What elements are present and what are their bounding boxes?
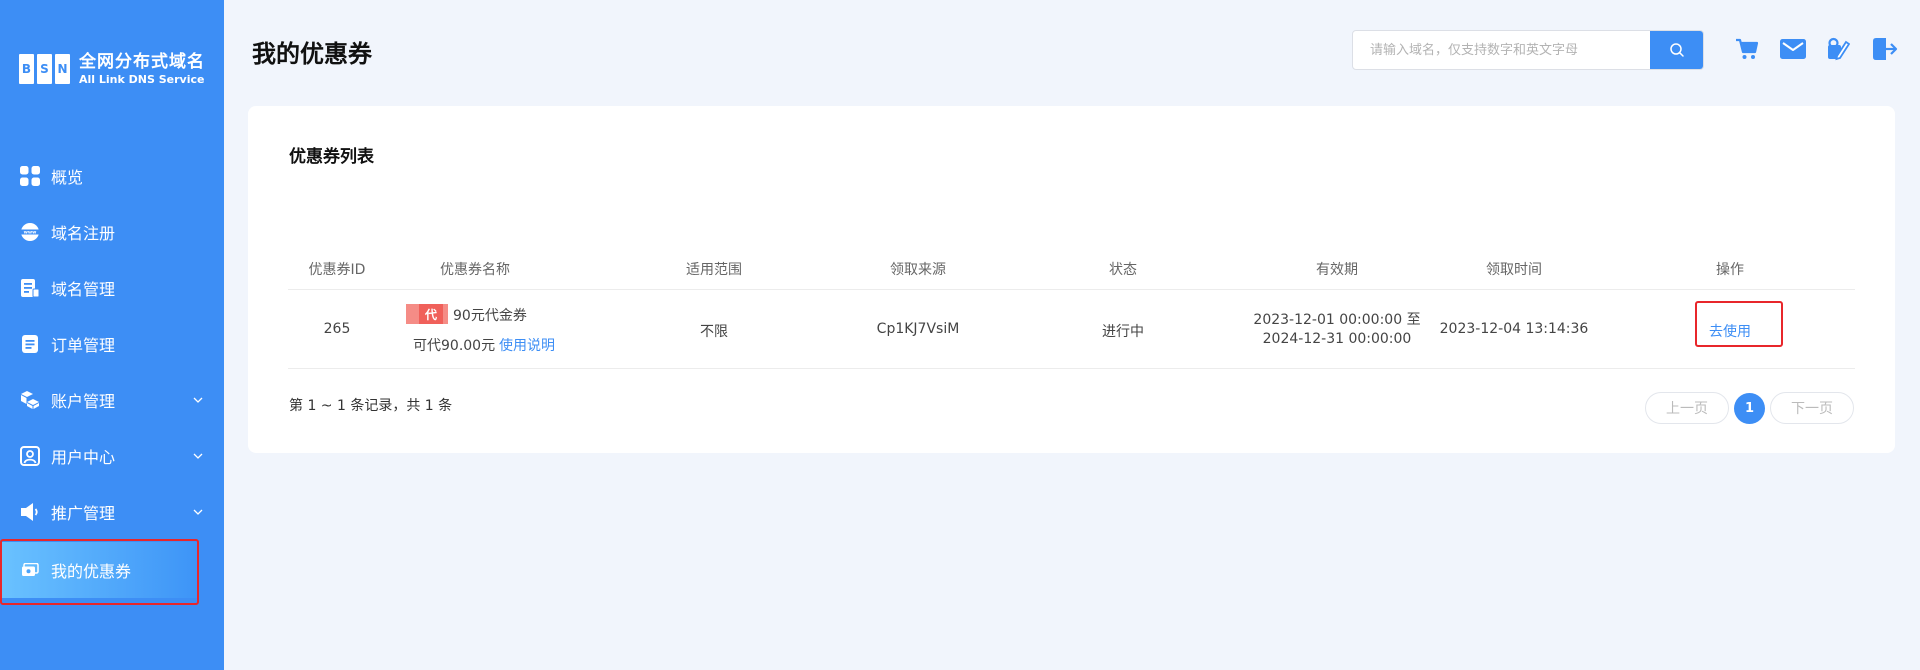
column-header: 优惠券名称 — [440, 262, 510, 278]
coupon-amount: 可代90.00元 — [413, 338, 496, 354]
sidebar-item-label: 订单管理 — [51, 336, 116, 355]
logo-letter: N — [55, 54, 70, 84]
sidebar: B S N 全网分布式域名 All Link DNS Service 概览 ww… — [0, 0, 224, 670]
search-icon — [1669, 43, 1684, 57]
sidebar-item-label: 我的优惠券 — [51, 562, 132, 581]
logo-subtitle: All Link DNS Service — [79, 72, 205, 86]
sidebar-item-domain-manage[interactable]: 域名管理 — [0, 260, 224, 316]
coupon-id: 265 — [323, 321, 351, 337]
sidebar-item-orders[interactable]: 订单管理 — [0, 316, 224, 372]
sidebar-nav: 概览 www 域名注册 域名管理 订单管理 账户管理 用户中心 推广管理 我的优… — [0, 148, 224, 598]
sidebar-item-label: 账户管理 — [51, 392, 116, 411]
search-button[interactable] — [1650, 31, 1703, 69]
coupon-tag: 代 — [406, 304, 448, 324]
sidebar-item-domain-register[interactable]: www 域名注册 — [0, 204, 224, 260]
mail-icon[interactable] — [1780, 36, 1806, 62]
column-header: 适用范围 — [686, 262, 742, 278]
table-header: 优惠券ID 优惠券名称 适用范围 领取来源 状态 有效期 领取时间 操作 — [288, 246, 1855, 290]
received-time: 2023-12-04 13:14:36 — [1439, 321, 1589, 337]
document-icon — [19, 277, 41, 299]
table-row: 265 代 90元代金券 可代90.00元 使用说明 不限 Cp1KJ7VsiM… — [288, 290, 1855, 369]
speaker-icon — [19, 501, 41, 523]
card-title: 优惠券列表 — [289, 147, 374, 167]
sidebar-item-overview[interactable]: 概览 — [0, 148, 224, 204]
sidebar-item-my-coupons[interactable]: 我的优惠券 — [0, 542, 198, 598]
coupon-source: Cp1KJ7VsiM — [876, 321, 960, 337]
sidebar-item-label: 域名注册 — [51, 224, 116, 243]
sidebar-item-account[interactable]: 账户管理 — [0, 372, 224, 428]
coupon-icon — [19, 559, 41, 581]
page-title: 我的优惠券 — [252, 40, 372, 68]
grid-icon — [19, 165, 41, 187]
cubes-icon — [19, 389, 41, 411]
column-header: 状态 — [1109, 262, 1137, 278]
column-header: 优惠券ID — [308, 262, 366, 278]
column-header: 领取时间 — [1486, 262, 1542, 278]
validity-end: 2024-12-31 00:00:00 — [1262, 331, 1412, 347]
www-icon: www — [19, 221, 41, 243]
usage-instructions-link[interactable]: 使用说明 — [499, 335, 555, 355]
user-icon — [19, 445, 41, 467]
next-page-button[interactable]: 下一页 — [1770, 392, 1854, 424]
logo-letter: B — [19, 54, 34, 84]
column-header: 领取来源 — [890, 262, 946, 278]
coupon-status: 进行中 — [1102, 324, 1144, 340]
sidebar-item-user-center[interactable]: 用户中心 — [0, 428, 224, 484]
coupon-list-card: 优惠券列表 优惠券ID 优惠券名称 适用范围 领取来源 状态 有效期 领取时间 … — [248, 106, 1895, 453]
action-highlight — [1695, 301, 1783, 347]
sidebar-item-promotion[interactable]: 推广管理 — [0, 484, 224, 540]
prev-page-button[interactable]: 上一页 — [1645, 392, 1729, 424]
coupon-scope: 不限 — [700, 324, 728, 340]
logo-text: 全网分布式域名 All Link DNS Service — [79, 51, 205, 86]
logo-title: 全网分布式域名 — [79, 51, 205, 72]
chevron-down-icon — [193, 453, 203, 459]
coupon-name: 90元代金券 — [453, 308, 527, 324]
sidebar-item-label: 域名管理 — [51, 280, 116, 299]
domain-search — [1352, 30, 1704, 70]
search-input[interactable] — [1353, 31, 1650, 69]
edit-user-icon[interactable] — [1825, 36, 1851, 62]
chevron-down-icon — [193, 509, 203, 515]
chevron-down-icon — [193, 397, 203, 403]
column-header: 有效期 — [1316, 262, 1358, 278]
logout-icon[interactable] — [1872, 36, 1898, 62]
sidebar-item-label: 推广管理 — [51, 504, 116, 523]
logo-letter: S — [37, 54, 52, 84]
validity-start: 2023-12-01 00:00:00 至 — [1253, 312, 1421, 328]
list-icon — [19, 333, 41, 355]
sidebar-item-label: 用户中心 — [51, 448, 116, 467]
logo-mark: B S N — [19, 54, 70, 84]
record-summary: 第 1 ~ 1 条记录，共 1 条 — [289, 398, 453, 414]
sidebar-item-label: 概览 — [51, 168, 84, 187]
logo[interactable]: B S N 全网分布式域名 All Link DNS Service — [19, 52, 205, 86]
coupon-tag-label: 代 — [419, 304, 443, 324]
svg-text:www: www — [24, 231, 37, 236]
column-header: 操作 — [1716, 262, 1744, 278]
page-number-current[interactable]: 1 — [1734, 393, 1765, 424]
cart-icon[interactable] — [1734, 36, 1760, 62]
